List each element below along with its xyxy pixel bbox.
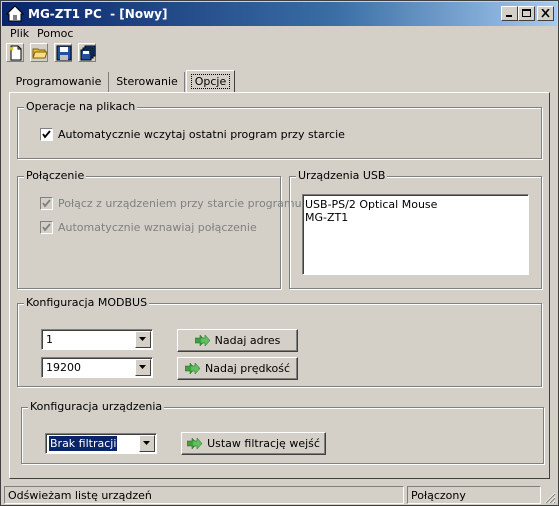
speed-select[interactable]: 19200 xyxy=(41,357,153,378)
usb-devices-list[interactable]: USB-PS/2 Optical Mouse MG-ZT1 xyxy=(302,194,529,275)
set-speed-button[interactable]: Nadaj prędkość xyxy=(177,357,298,380)
checkbox-box xyxy=(40,221,53,234)
tab-programowanie[interactable]: Programowanie xyxy=(9,72,109,92)
resize-grip-icon[interactable] xyxy=(544,492,556,504)
device-config-group: Konfiguracja urządzenia Brak filtracji U… xyxy=(21,400,544,464)
connection-status: Połączony xyxy=(407,486,541,504)
double-arrow-icon xyxy=(194,335,210,346)
maximize-button[interactable] xyxy=(518,6,535,21)
set-input-filter-label: Ustaw filtrację wejść xyxy=(207,437,320,450)
save-all-icon xyxy=(80,45,96,61)
menu-bar: Plik Pomoc xyxy=(2,26,557,43)
title-bar[interactable]: MG-ZT1 PC - [Nowy] xyxy=(2,2,557,26)
minimize-button[interactable] xyxy=(501,6,518,21)
minimize-icon xyxy=(506,15,512,17)
list-item[interactable]: USB-PS/2 Optical Mouse xyxy=(305,198,526,211)
close-button[interactable] xyxy=(537,6,554,21)
chevron-down-icon xyxy=(139,365,146,369)
save-icon xyxy=(56,45,72,61)
double-arrow-icon xyxy=(185,363,201,374)
group-title: Urządzenia USB xyxy=(296,169,388,182)
address-select[interactable]: 1 xyxy=(41,329,153,350)
menu-plik[interactable]: Plik xyxy=(10,27,29,40)
double-arrow-icon xyxy=(187,438,203,449)
main-window: MG-ZT1 PC - [Nowy] Plik Pomoc Programowa… xyxy=(0,0,559,506)
status-bar: Odświeżam listę urządzeń Połączony xyxy=(2,485,557,505)
filter-select[interactable]: Brak filtracji xyxy=(45,433,157,454)
group-title: Operacje na plikach xyxy=(24,100,138,113)
tab-sterowanie[interactable]: Sterowanie xyxy=(110,72,185,92)
toolbar xyxy=(2,43,557,65)
tab-label: Opcje xyxy=(190,74,231,89)
dropdown-button[interactable] xyxy=(139,435,155,452)
checkmark-icon xyxy=(42,223,51,232)
connect-at-startup-checkbox[interactable]: Połącz z urządzeniem przy starcie progra… xyxy=(40,197,302,210)
connect-at-startup-label: Połącz z urządzeniem przy starcie progra… xyxy=(58,197,302,210)
menu-pomoc[interactable]: Pomoc xyxy=(37,27,73,40)
save-button[interactable] xyxy=(54,43,72,62)
checkmark-icon xyxy=(42,199,51,208)
app-house-icon xyxy=(6,5,24,22)
usb-devices-group: Urządzenia USB USB-PS/2 Optical Mouse MG… xyxy=(289,169,542,289)
auto-resume-label: Automatycznie wznawiaj połączenie xyxy=(58,221,257,234)
file-operations-group: Operacje na plikach Automatycznie wczyta… xyxy=(17,100,542,159)
close-icon xyxy=(541,9,550,18)
filter-value: Brak filtracji xyxy=(47,435,119,452)
dropdown-button[interactable] xyxy=(135,359,151,376)
list-item[interactable]: MG-ZT1 xyxy=(305,211,526,224)
auto-resume-checkbox[interactable]: Automatycznie wznawiaj połączenie xyxy=(40,221,257,234)
set-speed-label: Nadaj prędkość xyxy=(205,362,290,375)
set-address-button[interactable]: Nadaj adres xyxy=(177,329,298,352)
connection-group: Połączenie Połącz z urządzeniem przy sta… xyxy=(17,169,302,289)
set-input-filter-button[interactable]: Ustaw filtrację wejść xyxy=(181,432,326,455)
modbus-config-group: Konfiguracja MODBUS 1 Nadaj adres 19200 xyxy=(17,296,542,387)
tab-opcje[interactable]: Opcje xyxy=(186,70,235,92)
dropdown-button[interactable] xyxy=(135,331,151,348)
set-address-label: Nadaj adres xyxy=(214,334,281,347)
address-value: 1 xyxy=(46,333,53,346)
checkbox-box xyxy=(40,128,53,141)
checkbox-box xyxy=(40,197,53,210)
tab-label: Programowanie xyxy=(15,75,102,88)
maximize-icon xyxy=(522,9,531,17)
autoload-label: Automatycznie wczytaj ostatni program pr… xyxy=(58,128,345,141)
save-all-button[interactable] xyxy=(78,43,96,62)
chevron-down-icon xyxy=(139,337,146,341)
new-file-button[interactable] xyxy=(6,43,24,62)
status-message: Odświeżam listę urządzeń xyxy=(4,486,404,504)
group-title: Konfiguracja urządzenia xyxy=(28,400,165,413)
chevron-down-icon xyxy=(143,441,150,445)
tab-label: Sterowanie xyxy=(116,75,178,88)
new-file-icon xyxy=(9,45,22,61)
tab-strip: Programowanie Sterowanie Opcje xyxy=(9,70,549,92)
window-title: MG-ZT1 PC - [Nowy] xyxy=(28,7,168,21)
group-title: Połączenie xyxy=(24,169,87,182)
group-title: Konfiguracja MODBUS xyxy=(24,296,150,309)
autoload-checkbox[interactable]: Automatycznie wczytaj ostatni program pr… xyxy=(40,128,345,141)
open-folder-icon xyxy=(32,48,48,59)
speed-value: 19200 xyxy=(46,361,81,374)
checkmark-icon xyxy=(42,130,51,139)
open-folder-button[interactable] xyxy=(30,43,48,62)
